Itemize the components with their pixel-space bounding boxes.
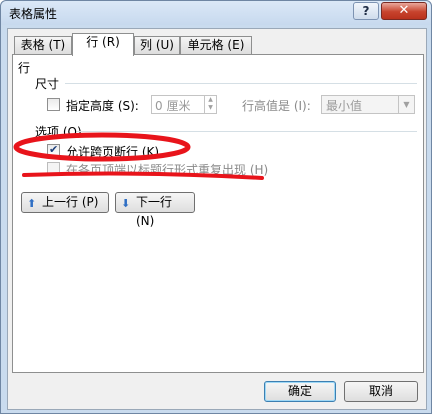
size-group-label: 尺寸 [35, 77, 60, 91]
options-group-divider [77, 131, 417, 132]
row-height-mode-value: 最小值 [326, 99, 363, 113]
specify-height-checkbox[interactable] [47, 98, 60, 111]
prev-row-label: 上一行 (P) [42, 195, 99, 209]
tab-column[interactable]: 列 (U) [134, 36, 180, 55]
ok-label: 确定 [287, 384, 312, 398]
cancel-button[interactable]: 取消 [344, 381, 418, 402]
title-bar: 表格属性 ? ✕ [1, 1, 431, 25]
repeat-header-checkbox[interactable] [47, 162, 60, 175]
size-group-divider [65, 83, 417, 84]
row-height-is-label: 行高值是 (I): [242, 99, 311, 113]
down-arrow-icon: ⬇ [121, 197, 131, 210]
close-button[interactable]: ✕ [381, 2, 427, 20]
next-row-button[interactable]: ⬇ 下一行 (N) [115, 192, 195, 228]
window-title: 表格属性 [9, 7, 58, 21]
allow-break-label: 允许跨页断行 (K) [66, 145, 160, 159]
tab-strip: 表格 (T) 行 (R) 列 (U) 单元格 (E) [12, 33, 424, 56]
specify-height-label: 指定高度 (S): [66, 99, 139, 113]
options-group-label: 选项 (O) [35, 125, 82, 139]
tab-row[interactable]: 行 (R) [72, 33, 134, 56]
cancel-label: 取消 [368, 384, 393, 398]
next-row-label: 下一行 (N) [136, 195, 173, 228]
chevron-down-icon[interactable]: ▼ [398, 96, 414, 113]
dialog-window: 表格属性 ? ✕ 表格 (T) 行 (R) 列 (U) 单元格 (E) 行 尺寸… [0, 0, 432, 414]
height-spinner[interactable]: 0 厘米 ▲ ▼ [151, 95, 217, 114]
dialog-client-area: 表格 (T) 行 (R) 列 (U) 单元格 (E) 行 尺寸 指定高度 (S)… [7, 28, 427, 410]
height-value: 0 厘米 [155, 99, 191, 113]
section-title: 行 [18, 61, 31, 75]
tab-cell[interactable]: 单元格 (E) [180, 36, 252, 55]
tab-table[interactable]: 表格 (T) [14, 36, 72, 55]
spinner-arrows-icon[interactable]: ▲ ▼ [204, 96, 216, 113]
repeat-header-label: 在各页顶端以标题行形式重复出现 (H) [66, 163, 269, 177]
ok-button[interactable]: 确定 [264, 381, 336, 402]
row-tab-panel: 行 尺寸 指定高度 (S): 0 厘米 ▲ ▼ 行高值是 (I): 最小值 ▼ 选… [12, 54, 424, 373]
up-arrow-icon: ⬆ [27, 197, 37, 210]
prev-row-button[interactable]: ⬆ 上一行 (P) [21, 192, 109, 213]
help-button[interactable]: ? [353, 2, 379, 20]
allow-break-checkbox[interactable] [47, 143, 60, 157]
row-height-mode-select[interactable]: 最小值 ▼ [321, 95, 415, 114]
